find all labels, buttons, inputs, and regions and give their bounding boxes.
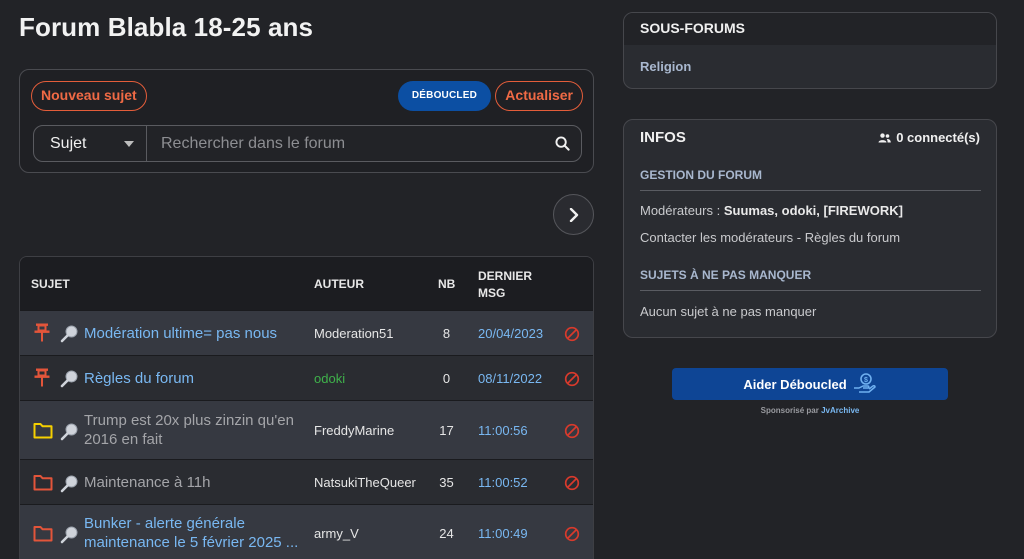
refresh-button[interactable]: Actualiser — [495, 81, 583, 111]
column-header-last-line2: MSG — [478, 286, 506, 300]
search-type-select[interactable]: Sujet — [34, 126, 147, 161]
column-header-last-line1: DERNIER — [478, 269, 533, 283]
topic-link[interactable]: Règles du forum — [84, 369, 308, 388]
magnifier-icon[interactable] — [60, 422, 79, 441]
search-type-value: Sujet — [50, 134, 87, 152]
sub-forum-link[interactable]: Religion — [624, 45, 996, 88]
column-header-subject[interactable]: SUJET — [31, 277, 70, 291]
topic-link[interactable]: Maintenance à 11h — [84, 473, 308, 492]
topic-list-header: SUJET AUTEUR NB DERNIER MSG — [20, 257, 593, 310]
new-topic-button[interactable]: Nouveau sujet — [31, 81, 147, 111]
blacklist-icon[interactable] — [564, 423, 580, 439]
online-count: 0 connecté(s) — [878, 130, 980, 145]
sub-forums-panel: SOUS-FORUMS Religion — [623, 12, 997, 89]
caret-down-icon — [124, 141, 134, 147]
deboucled-button[interactable]: DÉBOUCLED — [397, 81, 491, 111]
infos-title: INFOS — [640, 129, 686, 146]
folder-red-icon — [33, 475, 53, 491]
topic-last-message[interactable]: 11:00:56 — [478, 423, 528, 438]
topic-author[interactable]: Moderation51 — [314, 326, 394, 341]
blacklist-icon[interactable] — [564, 526, 580, 542]
topic-message-count: 17 — [439, 423, 454, 438]
forum-management-title: GESTION DU FORUM — [640, 168, 981, 191]
svg-text:$: $ — [864, 377, 868, 384]
search-bar: Sujet Rechercher dans le forum — [33, 125, 582, 162]
topic-message-count: 0 — [442, 371, 451, 386]
contact-moderators-link[interactable]: Contacter les modérateurs - Règles du fo… — [640, 230, 900, 245]
table-row[interactable]: Trump est 20x plus zinzin qu'en 2016 en … — [20, 400, 593, 459]
support-deboucled-button[interactable]: Aider Déboucled $ — [672, 368, 948, 400]
topic-author[interactable]: NatsukiTheQueer — [314, 475, 416, 490]
sponsor-prefix: Sponsorisé par — [760, 406, 819, 415]
next-page-button[interactable] — [553, 194, 594, 235]
topic-message-count: 35 — [439, 475, 454, 490]
magnifier-icon[interactable] — [60, 474, 79, 493]
sponsor-link[interactable]: JvArchive — [821, 406, 859, 415]
moderators-label: Modérateurs : — [640, 203, 721, 218]
folder-yellow-icon — [33, 423, 53, 439]
chevron-right-icon — [569, 207, 578, 222]
pin-icon — [34, 323, 50, 342]
table-row[interactable]: Maintenance à 11h NatsukiTheQueer 35 11:… — [20, 459, 593, 504]
blacklist-icon[interactable] — [564, 475, 580, 491]
topic-link[interactable]: Trump est 20x plus zinzin qu'en 2016 en … — [84, 411, 308, 449]
topic-author[interactable]: army_V — [314, 526, 359, 541]
table-row[interactable]: Modération ultime= pas nous Moderation51… — [20, 310, 593, 355]
page-title: Forum Blabla 18-25 ans — [19, 12, 314, 42]
sub-forums-title: SOUS-FORUMS — [624, 13, 996, 45]
topic-last-message[interactable]: 11:00:52 — [478, 475, 528, 490]
donate-hand-icon: $ — [853, 373, 876, 393]
column-header-count[interactable]: NB — [438, 277, 455, 291]
table-row[interactable]: Règles du forum odoki 0 08/11/2022 — [20, 355, 593, 400]
infos-panel: INFOS 0 connecté(s) GESTION DU FORUM Mod… — [623, 119, 997, 338]
sponsor-line: Sponsorisé par JvArchive — [672, 406, 948, 415]
table-row[interactable]: Bunker - alerte générale maintenance le … — [20, 504, 593, 559]
search-input[interactable]: Rechercher dans le forum — [147, 126, 543, 161]
topic-last-message[interactable]: 08/11/2022 — [478, 371, 542, 386]
online-count-text: 0 connecté(s) — [896, 130, 980, 145]
topic-link[interactable]: Modération ultime= pas nous — [84, 324, 308, 343]
topic-author[interactable]: FreddyMarine — [314, 423, 394, 438]
topic-author[interactable]: odoki — [314, 371, 345, 386]
search-button[interactable] — [543, 126, 581, 161]
topic-last-message[interactable]: 11:00:49 — [478, 526, 528, 541]
moderators-line: Modérateurs : Suumas, odoki, [FIREWORK] — [640, 203, 903, 218]
topic-message-count: 24 — [439, 526, 454, 541]
forum-actions-panel: Nouveau sujet DÉBOUCLED Actualiser Sujet… — [19, 69, 594, 173]
must-read-empty-text: Aucun sujet à ne pas manquer — [640, 304, 817, 319]
search-icon — [554, 136, 570, 151]
infos-header: INFOS 0 connecté(s) — [624, 120, 996, 155]
topic-list: SUJET AUTEUR NB DERNIER MSG Modération ul… — [19, 256, 594, 559]
support-label: Aider Déboucled — [743, 376, 847, 392]
topic-link[interactable]: Bunker - alerte générale maintenance le … — [84, 514, 308, 552]
moderators-list[interactable]: Suumas, odoki, [FIREWORK] — [724, 203, 903, 218]
column-header-last-message[interactable]: DERNIER MSG — [478, 268, 532, 302]
must-read-title: SUJETS À NE PAS MANQUER — [640, 268, 981, 291]
magnifier-icon[interactable] — [60, 369, 79, 388]
blacklist-icon[interactable] — [564, 326, 580, 342]
magnifier-icon[interactable] — [60, 525, 79, 544]
users-icon — [878, 132, 891, 142]
pin-icon — [34, 368, 50, 387]
folder-red-icon — [33, 526, 53, 542]
topic-message-count: 8 — [442, 326, 451, 341]
topic-last-message[interactable]: 20/04/2023 — [478, 326, 543, 341]
blacklist-icon[interactable] — [564, 371, 580, 387]
magnifier-icon[interactable] — [60, 324, 79, 343]
column-header-author[interactable]: AUTEUR — [314, 277, 364, 291]
